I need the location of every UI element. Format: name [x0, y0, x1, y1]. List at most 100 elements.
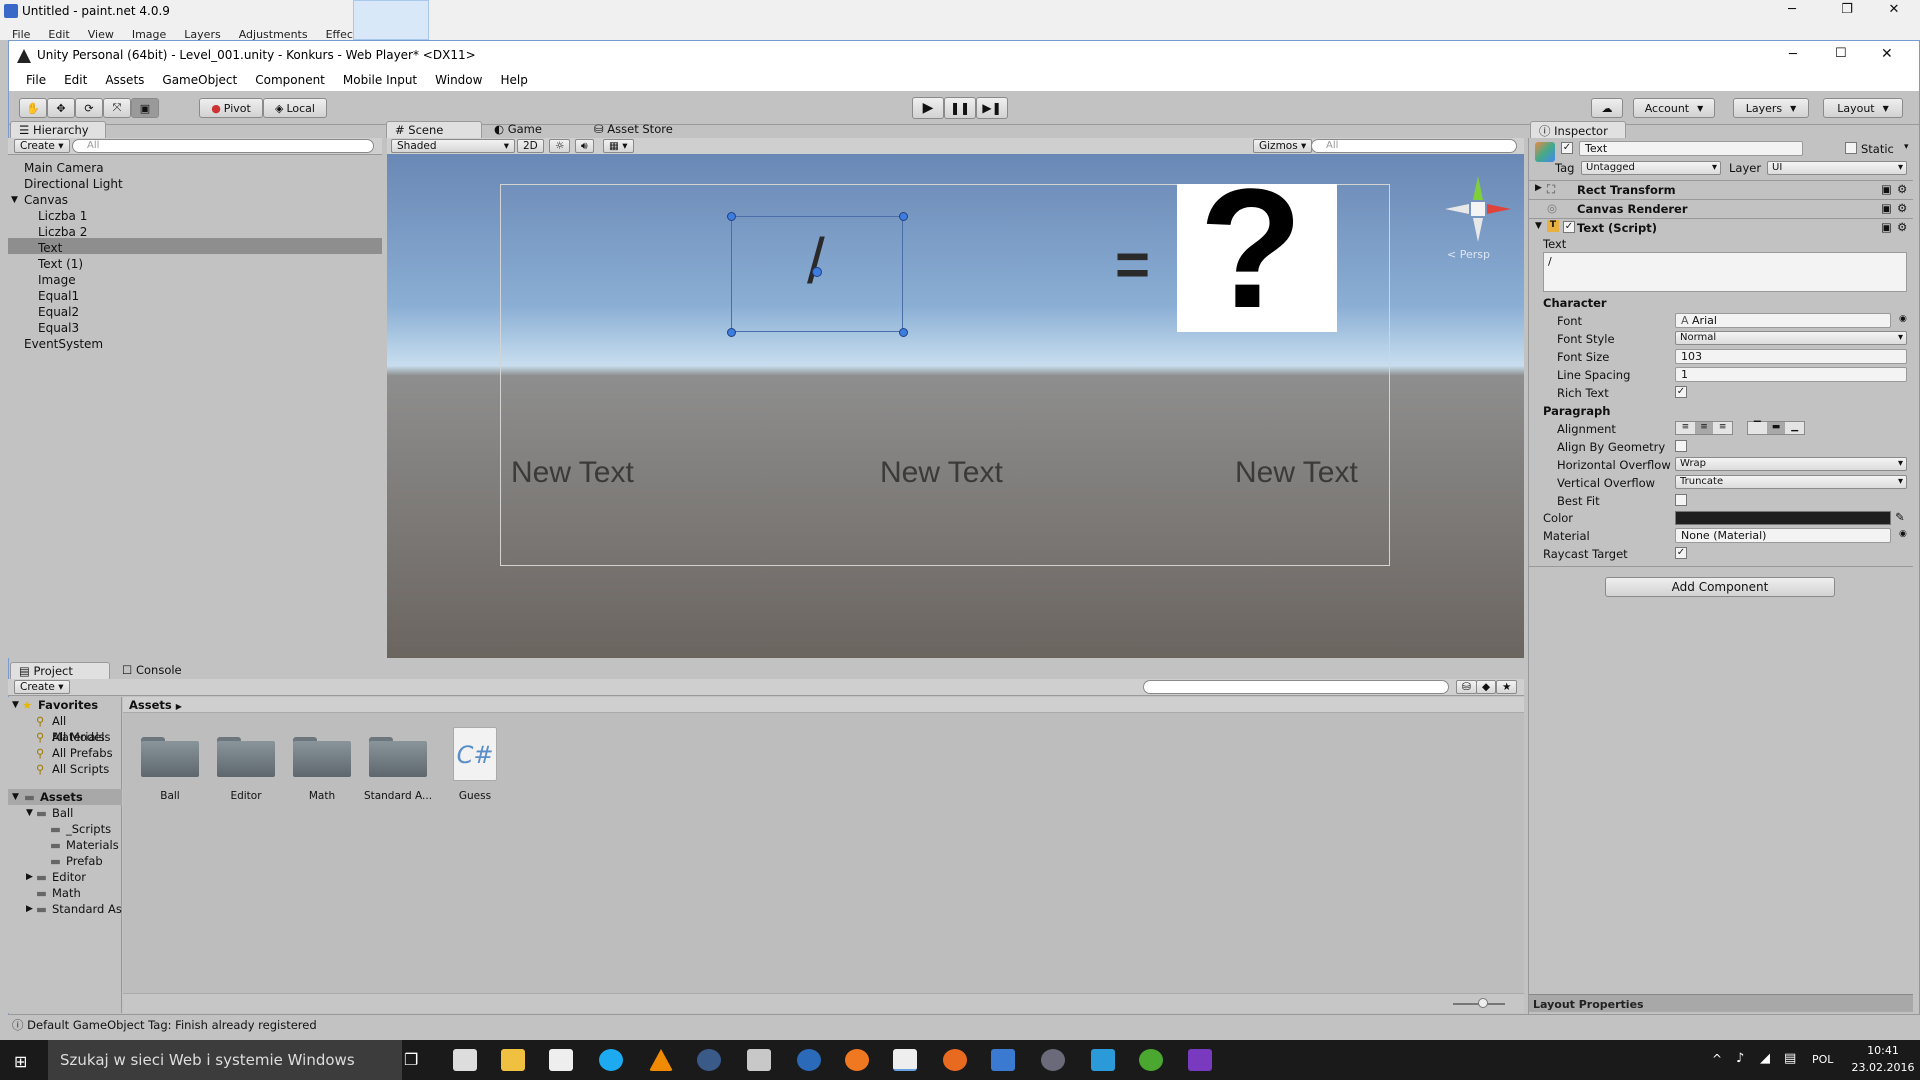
neg-x-axis-icon[interactable] [1445, 204, 1469, 214]
status-message[interactable]: Default GameObject Tag: Finish already r… [27, 1018, 316, 1032]
align-geometry-checkbox[interactable] [1675, 440, 1687, 452]
folder-icon[interactable] [217, 733, 275, 777]
hierarchy-item[interactable]: Canvas [24, 192, 68, 208]
folder-item[interactable]: Materials [66, 837, 119, 853]
expand-arrow-icon[interactable]: ▼ [26, 805, 33, 821]
help-icon[interactable]: ▣ [1881, 182, 1892, 196]
folder-item[interactable]: Standard As [52, 901, 122, 917]
hierarchy-item[interactable]: Equal3 [38, 320, 79, 336]
help-icon[interactable]: ▣ [1881, 220, 1892, 234]
align-left-icon[interactable]: ≡ [1676, 422, 1695, 434]
best-fit-checkbox[interactable] [1675, 494, 1687, 506]
clock-time[interactable]: 10:41 [1854, 1044, 1912, 1057]
expand-arrow-icon[interactable]: ▼ [12, 789, 19, 805]
x-axis-icon[interactable] [1487, 204, 1511, 214]
hand-tool-icon[interactable]: ✋ [19, 98, 47, 118]
favorites-label[interactable]: Favorites [38, 697, 98, 713]
component-canvas-renderer[interactable]: ◎ Canvas Renderer ▣ ⚙ [1529, 199, 1913, 217]
folder-item[interactable]: Prefab [66, 853, 103, 869]
hierarchy-item-selected[interactable]: Text [38, 240, 62, 256]
store-icon[interactable] [549, 1049, 573, 1071]
folder-icon[interactable] [369, 733, 427, 777]
rect-handle[interactable] [899, 328, 908, 337]
rect-handle[interactable] [899, 212, 908, 221]
shading-dropdown[interactable]: Shaded ▾ [391, 139, 515, 153]
app-icon[interactable] [1041, 1049, 1065, 1071]
audio-icon[interactable]: 🔊︎ [575, 139, 594, 153]
layout-properties-bar[interactable]: Layout Properties [1529, 994, 1913, 1012]
close-icon[interactable]: ✕ [1881, 46, 1893, 62]
paintnet-taskbar-icon[interactable] [991, 1049, 1015, 1071]
menu-window[interactable]: Window [426, 71, 491, 91]
minimize-icon[interactable]: ─ [1789, 47, 1797, 62]
object-name-input[interactable]: Text [1579, 141, 1803, 156]
windows-start-icon[interactable]: ⊞ [14, 1052, 27, 1071]
pivot-button[interactable]: ● Pivot [199, 98, 263, 118]
filter-type-icon[interactable]: ⛁ [1456, 680, 1477, 694]
rotate-tool-icon[interactable]: ⟳ [75, 98, 103, 118]
expand-arrow-icon[interactable]: ▶ [26, 901, 33, 917]
hierarchy-search-input[interactable]: All [72, 139, 374, 153]
scene-view[interactable]: / = ? New Text New Text New Text < Persp [387, 154, 1524, 658]
component-rect-transform[interactable]: ▶ ⛶ Rect Transform ▣ ⚙ [1529, 180, 1913, 198]
move-tool-icon[interactable]: ✥ [47, 98, 75, 118]
rect-handle[interactable] [727, 328, 736, 337]
rect-handle[interactable] [727, 212, 736, 221]
bg-restore-icon[interactable]: ❐ [1830, 2, 1864, 22]
folder-item[interactable]: Math [52, 885, 81, 901]
chevron-down-icon[interactable]: ▾ [1904, 142, 1909, 152]
asset-label[interactable]: Ball [132, 790, 208, 802]
rect-tool-icon[interactable]: ▣ [131, 98, 159, 118]
gizmo-center-icon[interactable] [1471, 202, 1485, 216]
hierarchy-item[interactable]: Image [38, 272, 76, 288]
align-bottom-icon[interactable]: ▁ [1785, 422, 1804, 434]
hierarchy-item[interactable]: Equal2 [38, 304, 79, 320]
expand-arrow-icon[interactable]: ▼ [11, 192, 18, 208]
folder-item[interactable]: Editor [52, 869, 86, 885]
folder-icon[interactable] [141, 733, 199, 777]
filter-label-icon[interactable]: ◆ [1476, 680, 1497, 694]
h-overflow-dropdown[interactable]: Wrap ▾ [1675, 457, 1907, 471]
layers-dropdown[interactable]: Layers ▼ [1733, 98, 1809, 118]
tab-game[interactable]: ◐ Game [486, 121, 570, 138]
layout-dropdown[interactable]: Layout ▼ [1823, 98, 1903, 118]
font-style-dropdown[interactable]: Normal ▾ [1675, 331, 1907, 345]
create-button[interactable]: Create ▾ [14, 680, 70, 694]
component-enabled-checkbox[interactable]: ✓ [1563, 221, 1575, 233]
clock-date[interactable]: 23.02.2016 [1850, 1061, 1916, 1074]
create-button[interactable]: Create ▾ [14, 139, 70, 153]
menu-mobile-input[interactable]: Mobile Input [334, 71, 426, 91]
add-component-button[interactable]: Add Component [1605, 577, 1835, 597]
orientation-gizmo[interactable] [1443, 174, 1513, 244]
hierarchy-item[interactable]: EventSystem [24, 336, 103, 352]
tab-project[interactable]: ▤ Project [10, 662, 110, 679]
v-overflow-dropdown[interactable]: Truncate ▾ [1675, 475, 1907, 489]
file-explorer-icon[interactable] [501, 1049, 525, 1071]
assets-root[interactable]: Assets [40, 789, 83, 805]
asset-label[interactable]: Math [284, 790, 360, 802]
menu-edit[interactable]: Edit [55, 71, 96, 91]
object-picker-icon[interactable]: ◉ [1899, 529, 1907, 539]
menu-component[interactable]: Component [246, 71, 334, 91]
utorrent-icon[interactable] [1139, 1049, 1163, 1071]
persp-label[interactable]: < Persp [1447, 248, 1490, 261]
line-spacing-input[interactable]: 1 [1675, 367, 1907, 382]
menu-help[interactable]: Help [491, 71, 536, 91]
expand-arrow-icon[interactable]: ▶ [26, 869, 33, 885]
favorite-item[interactable]: All Models [52, 729, 110, 745]
expand-arrow-icon[interactable]: ▼ [12, 697, 19, 713]
app-icon[interactable] [797, 1049, 821, 1071]
help-icon[interactable]: ▣ [1881, 201, 1892, 215]
neg-y-axis-icon[interactable] [1473, 218, 1483, 242]
unity-taskbar-icon[interactable] [893, 1049, 917, 1071]
steam-icon[interactable] [697, 1049, 721, 1071]
color-swatch[interactable] [1675, 511, 1891, 525]
tab-scene[interactable]: # Scene [386, 121, 482, 138]
gear-icon[interactable]: ⚙ [1897, 182, 1907, 196]
cloud-icon[interactable]: ☁ [1591, 98, 1623, 118]
hierarchy-item[interactable]: Main Camera [24, 160, 104, 176]
breadcrumb[interactable]: Assets ▶ [123, 697, 1524, 713]
folder-icon[interactable] [293, 733, 351, 777]
maximize-icon[interactable]: ☐ [1835, 46, 1847, 61]
pause-button[interactable]: ❚❚ [944, 97, 976, 119]
